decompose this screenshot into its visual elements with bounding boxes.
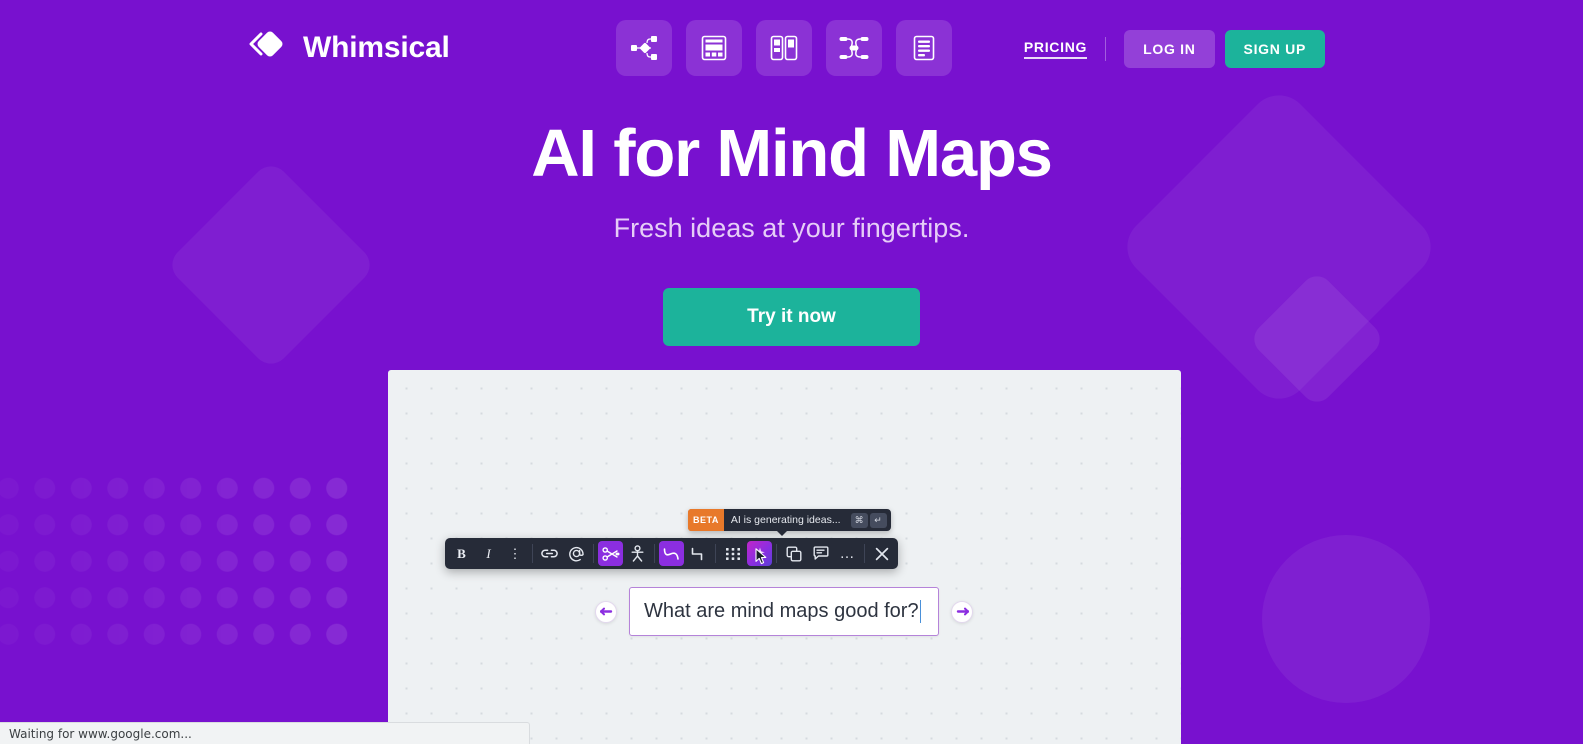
- brand-logo[interactable]: Whimsical: [248, 28, 450, 68]
- page-root: Whimsical PRICING LOG IN SIGN UP AI for …: [0, 0, 1583, 744]
- more-text-options-button[interactable]: ⋮: [503, 541, 528, 566]
- person-icon: [630, 545, 645, 562]
- elbow-line-button[interactable]: [686, 541, 711, 566]
- hero-section: AI for Mind Maps Fresh ideas at your fin…: [0, 116, 1583, 347]
- browser-status-bar: Waiting for www.google.com...: [0, 722, 530, 744]
- brand-name: Whimsical: [303, 31, 450, 64]
- whimsical-diamond-logo-icon: [248, 28, 290, 68]
- person-button[interactable]: [625, 541, 650, 566]
- add-child-right-handle[interactable]: [951, 600, 973, 623]
- elbow-line-icon: [690, 546, 708, 562]
- duplicate-icon: [786, 546, 802, 562]
- toolbar-separator: [532, 544, 533, 563]
- ai-generate-icon: [752, 546, 768, 562]
- link-button[interactable]: [537, 541, 562, 566]
- mindmap-icon: [839, 36, 869, 60]
- grid-dots-icon: [725, 546, 741, 562]
- toolbar-separator: [864, 544, 865, 563]
- arrow-right-icon: [956, 603, 969, 621]
- nav-divider: [1105, 37, 1107, 61]
- toolbar-separator: [654, 544, 655, 563]
- nav-item-sticky-notes[interactable]: [756, 20, 812, 76]
- toolbar-separator: [593, 544, 594, 563]
- more-options-button[interactable]: …: [835, 541, 860, 566]
- link-icon: [541, 546, 558, 561]
- connector-button[interactable]: [598, 541, 623, 566]
- comment-icon: [813, 546, 829, 561]
- product-nav: [616, 20, 952, 76]
- mindmap-node-row: What are mind maps good for?: [595, 587, 973, 636]
- toolbar-separator: [715, 544, 716, 563]
- site-header: Whimsical PRICING LOG IN SIGN UP: [0, 0, 1583, 96]
- horizontal-dots-icon: …: [839, 545, 856, 562]
- ai-status-text: AI is generating ideas...: [730, 514, 841, 526]
- toolbar-separator: [776, 544, 777, 563]
- nav-item-mind-maps[interactable]: [826, 20, 882, 76]
- signup-button[interactable]: SIGN UP: [1224, 30, 1325, 68]
- node-text: What are mind maps good for?: [644, 600, 919, 622]
- docs-icon: [913, 35, 935, 61]
- account-nav: PRICING LOG IN SIGN UP: [1023, 30, 1325, 68]
- close-toolbar-button[interactable]: [869, 541, 894, 566]
- cta-container: Try it now: [0, 288, 1583, 347]
- hero-subtitle: Fresh ideas at your fingertips.: [613, 213, 970, 244]
- login-button[interactable]: LOG IN: [1124, 30, 1215, 68]
- ai-generate-button[interactable]: [747, 541, 772, 566]
- curved-line-button[interactable]: [659, 541, 684, 566]
- wireframe-icon: [701, 35, 727, 61]
- vertical-dots-icon: ⋮: [508, 546, 523, 561]
- nav-item-flowcharts[interactable]: [616, 20, 672, 76]
- mention-icon: [568, 545, 585, 562]
- bold-button[interactable]: B: [449, 541, 474, 566]
- decorative-dot-grid: [0, 470, 350, 660]
- nav-item-docs[interactable]: [896, 20, 952, 76]
- arrow-left-icon: [599, 603, 613, 621]
- close-icon: [875, 547, 889, 561]
- status-text: Waiting for www.google.com...: [9, 726, 192, 741]
- flowchart-icon: [630, 35, 658, 61]
- nav-item-wireframes[interactable]: [686, 20, 742, 76]
- pricing-link[interactable]: PRICING: [1023, 39, 1088, 59]
- try-it-now-button[interactable]: Try it now: [663, 288, 920, 347]
- text-caret: [919, 600, 922, 623]
- add-sibling-left-handle[interactable]: [595, 600, 617, 623]
- board-icon: [770, 35, 798, 61]
- mindmap-node[interactable]: What are mind maps good for?: [629, 587, 939, 636]
- keycap-enter: ↵: [869, 512, 887, 528]
- page-title: AI for Mind Maps: [531, 116, 1053, 191]
- italic-button[interactable]: I: [476, 541, 501, 566]
- grid-dots-button[interactable]: [720, 541, 745, 566]
- mention-button[interactable]: [564, 541, 589, 566]
- ai-status-tooltip: BETA AI is generating ideas... ⌘ ↵: [688, 509, 891, 536]
- duplicate-button[interactable]: [781, 541, 806, 566]
- connector-icon: [601, 546, 620, 561]
- curved-line-icon: [662, 546, 681, 562]
- decorative-circle: [1262, 535, 1430, 703]
- comment-button[interactable]: [808, 541, 833, 566]
- node-format-toolbar: B I ⋮ …: [445, 538, 898, 569]
- beta-badge: BETA: [688, 509, 724, 531]
- keycap-command: ⌘: [850, 512, 868, 528]
